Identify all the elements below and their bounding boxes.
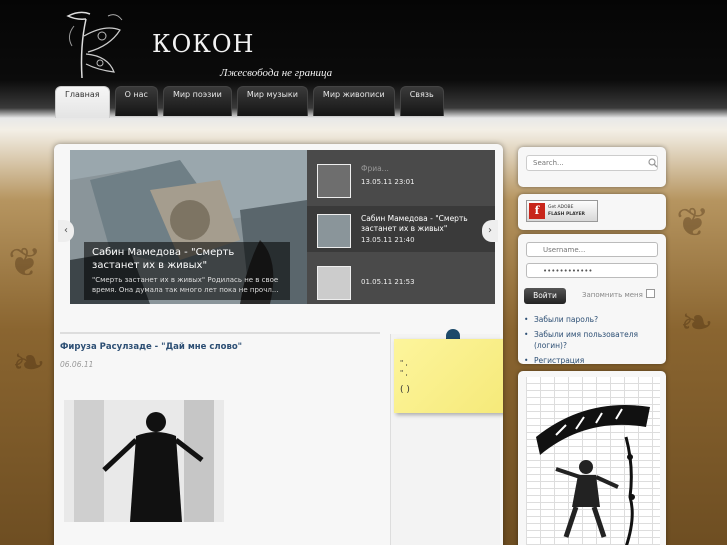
chevron-right-icon: › <box>488 225 492 236</box>
nav-tab-contact[interactable]: Связь <box>399 86 444 116</box>
username-field[interactable] <box>526 242 658 257</box>
thumb-date: 13.05.11 23:01 <box>361 178 415 186</box>
thumb-image <box>317 266 351 300</box>
butterfly-logo-icon <box>66 11 123 79</box>
site-header: КОКОН Лжесвобода не граница Главная О на… <box>0 0 727 118</box>
site-tagline: Лжесвобода не граница <box>220 67 333 79</box>
flash-logo-icon: f <box>529 203 545 219</box>
search-module <box>518 147 666 187</box>
slide-caption: Сабин Мамедова - "Смерть застанет их в ж… <box>84 242 290 300</box>
password-field[interactable] <box>526 263 658 278</box>
slide-description: "Смерть застанет их в живых" Родилась не… <box>92 276 279 294</box>
nav-tab-painting[interactable]: Мир живописи <box>312 86 395 116</box>
search-icon[interactable] <box>648 158 658 168</box>
flash-line1: Get ADOBE <box>548 205 574 210</box>
main-nav: Главная О нас Мир поэзии Мир музыки Мир … <box>55 86 444 118</box>
article-image[interactable] <box>64 400 224 522</box>
floral-ornament-left: ❦ <box>8 240 42 286</box>
nav-tab-music[interactable]: Мир музыки <box>236 86 308 116</box>
featured-slider: Сабин Мамедова - "Смерть застанет их в ж… <box>70 150 495 304</box>
sticky-line: " , <box>400 359 408 367</box>
get-flash-button[interactable]: f Get ADOBE FLASH PLAYER <box>526 200 598 222</box>
thumb-image <box>317 164 351 198</box>
login-button[interactable]: Войти <box>524 288 566 304</box>
nav-tab-about[interactable]: О нас <box>114 86 158 116</box>
forgot-username-link[interactable]: Забыли имя пользователя (логин)? <box>524 329 664 351</box>
thumb-date: 01.05.11 21:53 <box>361 278 415 286</box>
flash-line2: FLASH PLAYER <box>548 212 586 217</box>
sticky-line: ( ) <box>400 385 410 395</box>
thumb-item[interactable]: Фриа... 13.05.11 23:01 <box>307 156 495 202</box>
slide-title[interactable]: Сабин Мамедова - "Смерть застанет их в ж… <box>92 246 282 272</box>
nav-tab-poetry[interactable]: Мир поэзии <box>162 86 232 116</box>
slider-thumbnails: Фриа... 13.05.11 23:01 Сабин Мамедова - … <box>307 150 495 304</box>
graffiti-banner <box>518 371 666 545</box>
flash-module: f Get ADOBE FLASH PLAYER <box>518 194 666 230</box>
floral-ornament-left-2: ❧ <box>12 340 46 386</box>
remember-me-label: Запомнить меня <box>582 291 643 299</box>
graffiti-image[interactable] <box>526 377 660 545</box>
site-title[interactable]: КОКОН <box>152 30 254 58</box>
search-input[interactable] <box>526 155 658 171</box>
content-divider <box>60 332 380 334</box>
floral-ornament-right: ❦ <box>676 200 710 246</box>
thumb-date: 13.05.11 21:40 <box>361 236 415 244</box>
sticky-line: " , <box>400 369 408 377</box>
login-links: Забыли пароль? Забыли имя пользователя (… <box>524 314 664 370</box>
article-date: 06.06.11 <box>60 360 94 369</box>
remember-me-checkbox[interactable] <box>646 289 655 298</box>
thumb-image <box>317 214 351 248</box>
slider-next-button[interactable]: › <box>482 220 498 242</box>
register-link[interactable]: Регистрация <box>524 355 664 366</box>
thumb-item[interactable]: 01.05.11 21:53 <box>307 258 495 304</box>
thumb-item[interactable]: Сабин Мамедова - "Смерть застанет их в ж… <box>307 206 495 252</box>
floral-ornament-right-2: ❧ <box>680 300 714 346</box>
main-content: Сабин Мамедова - "Смерть застанет их в ж… <box>54 144 503 545</box>
article-title[interactable]: Фируза Расулзаде - "Дай мне слово" <box>60 342 242 352</box>
forgot-password-link[interactable]: Забыли пароль? <box>524 314 664 325</box>
thumb-title: Сабин Мамедова - "Смерть застанет их в ж… <box>361 214 468 233</box>
nav-tab-home[interactable]: Главная <box>55 86 110 118</box>
sticky-note: " , " , ( ) <box>394 339 503 413</box>
login-module: ☺ ⚿ Войти Запомнить меня Забыли пароль? … <box>518 234 666 366</box>
thumb-title: Фриа... <box>361 164 389 173</box>
chevron-left-icon: ‹ <box>64 225 68 236</box>
